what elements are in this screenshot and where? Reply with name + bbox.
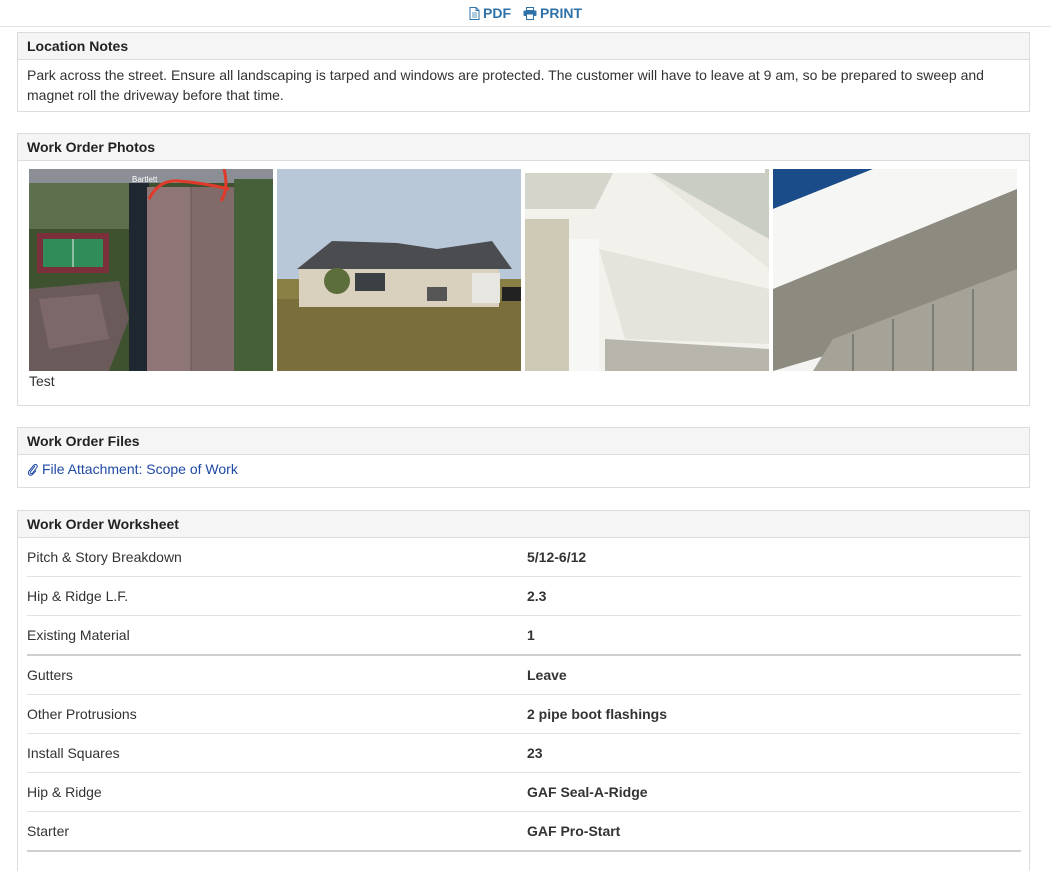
worksheet-row-label: Install Squares <box>27 745 120 761</box>
print-button[interactable]: PRINT <box>523 5 582 21</box>
worksheet-row-value: 2.3 <box>527 588 547 604</box>
print-icon <box>523 6 537 20</box>
worksheet-row: Existing Material 1 <box>27 616 1021 656</box>
worksheet-title: Work Order Worksheet <box>18 511 1029 538</box>
files-title: Work Order Files <box>18 428 1029 455</box>
worksheet-row-label: Starter <box>27 823 70 839</box>
photo-gallery: Bartlett <box>18 161 1029 371</box>
worksheet-row: Install Squares 23 <box>27 734 1021 773</box>
photo-caption: Test <box>29 373 55 389</box>
worksheet-row: Other Protrusions 2 pipe boot flashings <box>27 695 1021 734</box>
worksheet-row-label: Existing Material <box>27 627 130 643</box>
worksheet-row-label: Hip & Ridge L.F. <box>27 588 129 604</box>
worksheet-row: Hip & Ridge L.F. 2.3 <box>27 577 1021 616</box>
worksheet-row-label: Hip & Ridge <box>27 784 102 800</box>
pdf-label: PDF <box>483 5 511 21</box>
worksheet-row-value: GAF Seal-A-Ridge <box>527 784 648 800</box>
worksheet-row-value: 1 <box>527 627 535 643</box>
worksheet-row-label: Pitch & Story Breakdown <box>27 549 182 565</box>
pdf-button[interactable]: PDF <box>469 5 511 21</box>
worksheet-row-value: GAF Pro-Start <box>527 823 621 839</box>
worksheet-row: Pitch & Story Breakdown 5/12-6/12 <box>27 538 1021 577</box>
worksheet-row-value: Leave <box>527 667 567 683</box>
location-notes-panel: Location Notes Park across the street. E… <box>17 32 1030 112</box>
location-notes-text: Park across the street. Ensure all lands… <box>27 67 984 103</box>
house-front-photo[interactable] <box>277 169 521 371</box>
soffit-vent-closeup-photo[interactable] <box>773 169 1017 371</box>
file-attachment-row: File Attachment: Scope of Work <box>18 455 1029 483</box>
photos-title: Work Order Photos <box>18 134 1029 161</box>
worksheet-row-label: Other Protrusions <box>27 706 137 722</box>
paperclip-icon <box>27 463 38 476</box>
top-toolbar: PDF PRINT <box>0 0 1051 27</box>
work-order-worksheet-panel: Work Order Worksheet Pitch & Story Break… <box>17 510 1030 871</box>
map-label: Bartlett <box>132 175 158 184</box>
worksheet-row-label: Gutters <box>27 667 73 683</box>
worksheet-row-value: 2 pipe boot flashings <box>527 706 668 722</box>
print-label: PRINT <box>540 5 582 21</box>
worksheet-row-value: 23 <box>527 745 543 761</box>
work-order-photos-panel: Work Order Photos Bartlett Test <box>17 133 1030 406</box>
worksheet-row: Gutters Leave <box>27 656 1021 695</box>
worksheet-row: Hip & Ridge GAF Seal-A-Ridge <box>27 773 1021 812</box>
soffit-corner-photo[interactable] <box>525 169 769 371</box>
worksheet-row-value: 5/12-6/12 <box>527 549 587 565</box>
work-order-files-panel: Work Order Files File Attachment: Scope … <box>17 427 1030 488</box>
file-icon <box>469 6 480 20</box>
location-notes-title: Location Notes <box>18 33 1029 60</box>
worksheet-row: Starter GAF Pro-Start <box>27 812 1021 852</box>
aerial-roof-photo[interactable]: Bartlett <box>29 169 273 371</box>
file-attachment-link[interactable]: File Attachment: Scope of Work <box>42 461 238 477</box>
worksheet-rows: Pitch & Story Breakdown 5/12-6/12 Hip & Ri… <box>18 538 1029 852</box>
